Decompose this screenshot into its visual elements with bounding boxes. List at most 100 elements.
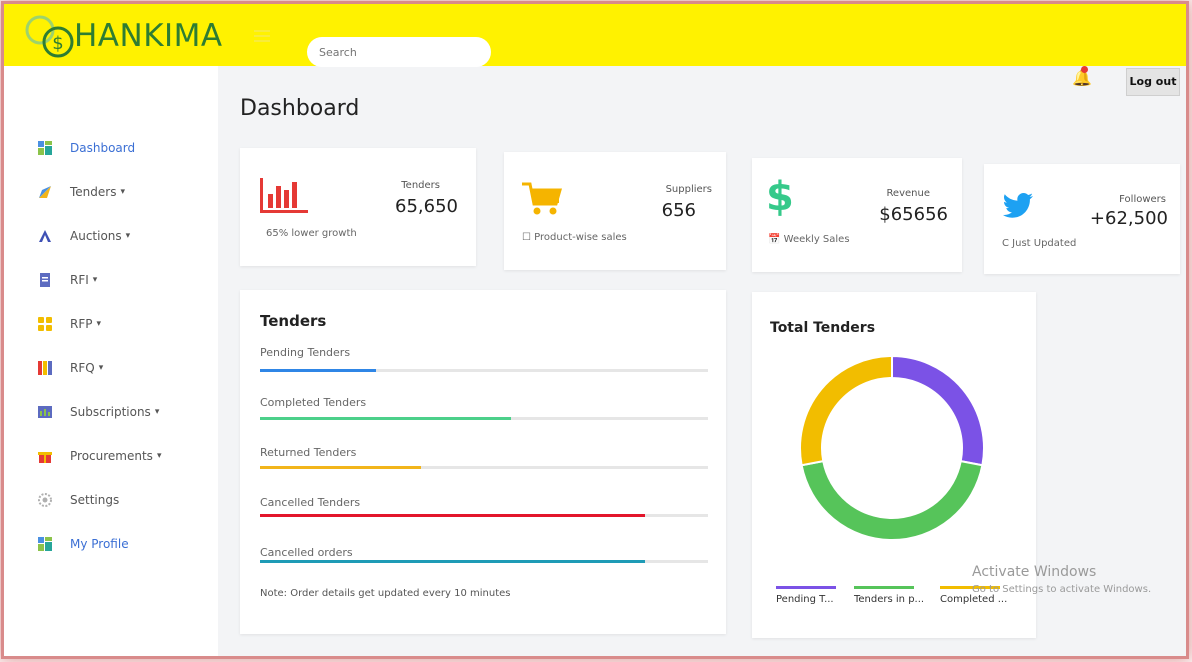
- legend-label: Tenders in p...: [854, 594, 925, 605]
- progress-label: Completed Tenders: [260, 396, 367, 409]
- sidebar-item-label: Dashboard: [70, 141, 136, 155]
- menu-toggle-icon[interactable]: [254, 30, 270, 42]
- donut-chart[interactable]: [792, 336, 992, 556]
- logo-icon: $: [25, 15, 74, 58]
- gear-icon: [38, 493, 52, 507]
- subscriptions-icon: [38, 405, 52, 419]
- dollar-icon: $: [766, 174, 794, 220]
- sidebar-item-rfq[interactable]: RFQ ▾: [38, 358, 103, 378]
- progress-label: Cancelled Tenders: [260, 496, 361, 509]
- stat-card-suppliers: Suppliers 656 ☐ Product-wise sales: [504, 152, 726, 270]
- cart-icon: [522, 182, 562, 215]
- activate-subtitle: Go to Settings to activate Windows.: [972, 584, 1152, 595]
- legend-item[interactable]: Pending T...: [776, 586, 836, 605]
- sidebar-item-label: Settings: [70, 493, 120, 507]
- stat-value: 656: [661, 200, 696, 221]
- sidebar-item-rfp[interactable]: RFP ▾: [38, 314, 101, 334]
- notification-dot: [1081, 66, 1088, 73]
- activate-title: Activate Windows: [972, 564, 1097, 580]
- sidebar-item-dashboard[interactable]: Dashboard: [38, 138, 135, 158]
- legend-label: Pending T...: [776, 594, 834, 605]
- progress-fill: [260, 514, 646, 517]
- stat-value: $65656: [879, 204, 948, 225]
- sidebar: Dashboard Tenders ▾ Auctions ▾ RFI ▾ RFP…: [4, 66, 218, 656]
- tenders-icon: [38, 185, 52, 199]
- grid-icon: [38, 317, 52, 331]
- progress-fill: [260, 466, 422, 469]
- stat-card-tenders: Tenders 65,650 65% lower growth: [240, 148, 476, 266]
- legend-swatch: [776, 586, 836, 589]
- progress-fill: [260, 560, 646, 563]
- bar-chart-icon: [260, 178, 308, 213]
- tenders-panel: Tenders Pending Tenders Completed Tender…: [240, 290, 726, 634]
- chevron-down-icon: ▾: [98, 363, 104, 373]
- chevron-down-icon: ▾: [125, 231, 131, 241]
- progress-label: Returned Tenders: [260, 446, 357, 459]
- stat-subtext: ☐ Product-wise sales: [522, 232, 627, 243]
- stat-label: Followers: [1119, 194, 1166, 205]
- sidebar-item-auctions[interactable]: Auctions ▾: [38, 226, 130, 246]
- stat-label: Revenue: [886, 188, 930, 199]
- stat-card-revenue: $ Revenue $65656 📅 Weekly Sales: [752, 158, 962, 272]
- sidebar-item-tenders[interactable]: Tenders ▾: [38, 182, 125, 202]
- progress-bar: [260, 514, 708, 517]
- activate-windows-watermark: Activate Windows Go to Settings to activ…: [972, 564, 1151, 595]
- refresh-icon: C: [1002, 238, 1009, 249]
- sidebar-item-procurements[interactable]: Procurements ▾: [38, 446, 161, 466]
- sidebar-item-my-profile[interactable]: My Profile: [38, 534, 129, 554]
- stat-subtext: 65% lower growth: [266, 228, 357, 239]
- progress-bar: [260, 560, 708, 563]
- chevron-down-icon: ▾: [96, 319, 102, 329]
- progress-label: Cancelled orders: [260, 546, 353, 559]
- app-window: $ HANKIMA 🔔 Log out Dashboard Tenders ▾ …: [4, 4, 1186, 656]
- svg-text:$: $: [52, 33, 63, 54]
- progress-bar: [260, 417, 708, 420]
- page-title: Dashboard: [240, 96, 360, 121]
- donut-slice-1[interactable]: [891, 354, 985, 467]
- sidebar-item-settings[interactable]: Settings: [38, 490, 119, 510]
- progress-fill: [260, 369, 377, 372]
- progress-bar: [260, 369, 708, 372]
- sidebar-item-label: RFQ: [70, 361, 95, 375]
- document-icon: [38, 273, 52, 287]
- tenders-panel-title: Tenders: [260, 312, 327, 330]
- sidebar-item-label: Procurements: [70, 449, 153, 463]
- sidebar-item-label: RFI: [70, 273, 89, 287]
- stat-label: Suppliers: [665, 184, 712, 195]
- sidebar-item-label: Tenders: [70, 185, 117, 199]
- chevron-down-icon: ▾: [154, 407, 160, 417]
- stat-subtext-label: Product-wise sales: [534, 232, 627, 243]
- gift-icon: [38, 449, 52, 463]
- stat-subtext: 📅 Weekly Sales: [768, 234, 850, 245]
- chevron-down-icon: ▾: [92, 275, 98, 285]
- chevron-down-icon: ▾: [120, 187, 125, 197]
- chevron-down-icon: ▾: [156, 451, 162, 461]
- stat-subtext-label: Weekly Sales: [783, 234, 850, 245]
- total-tenders-title: Total Tenders: [770, 320, 876, 336]
- donut-slice-3[interactable]: [799, 354, 893, 467]
- search-input[interactable]: [307, 37, 491, 67]
- stat-card-followers: Followers +62,500 C Just Updated: [984, 164, 1180, 274]
- brand-name[interactable]: HANKIMA: [74, 18, 223, 54]
- sidebar-item-label: RFP: [70, 317, 93, 331]
- stat-subtext: C Just Updated: [1002, 238, 1076, 249]
- stat-value: +62,500: [1089, 208, 1168, 229]
- stat-value: 65,650: [395, 196, 458, 217]
- progress-fill: [260, 417, 511, 420]
- stat-subtext-label: Just Updated: [1012, 238, 1077, 249]
- sidebar-item-label: Auctions: [70, 229, 122, 243]
- progress-label: Pending Tenders: [260, 346, 351, 359]
- legend-label: Completed ...: [940, 594, 1008, 605]
- auctions-icon: [38, 229, 52, 243]
- top-bar: $ HANKIMA: [4, 4, 1186, 67]
- sidebar-item-subscriptions[interactable]: Subscriptions ▾: [38, 402, 159, 422]
- sidebar-item-rfi[interactable]: RFI ▾: [38, 270, 97, 290]
- legend-item[interactable]: Tenders in p...: [854, 586, 924, 605]
- profile-icon: [38, 537, 52, 551]
- logout-button[interactable]: Log out: [1126, 68, 1180, 96]
- sidebar-item-label: Subscriptions: [70, 405, 151, 419]
- donut-slice-2[interactable]: [800, 459, 984, 541]
- stat-label: Tenders: [401, 180, 440, 191]
- calendar-icon: 📅: [768, 234, 781, 245]
- bell-icon[interactable]: 🔔: [1072, 66, 1092, 87]
